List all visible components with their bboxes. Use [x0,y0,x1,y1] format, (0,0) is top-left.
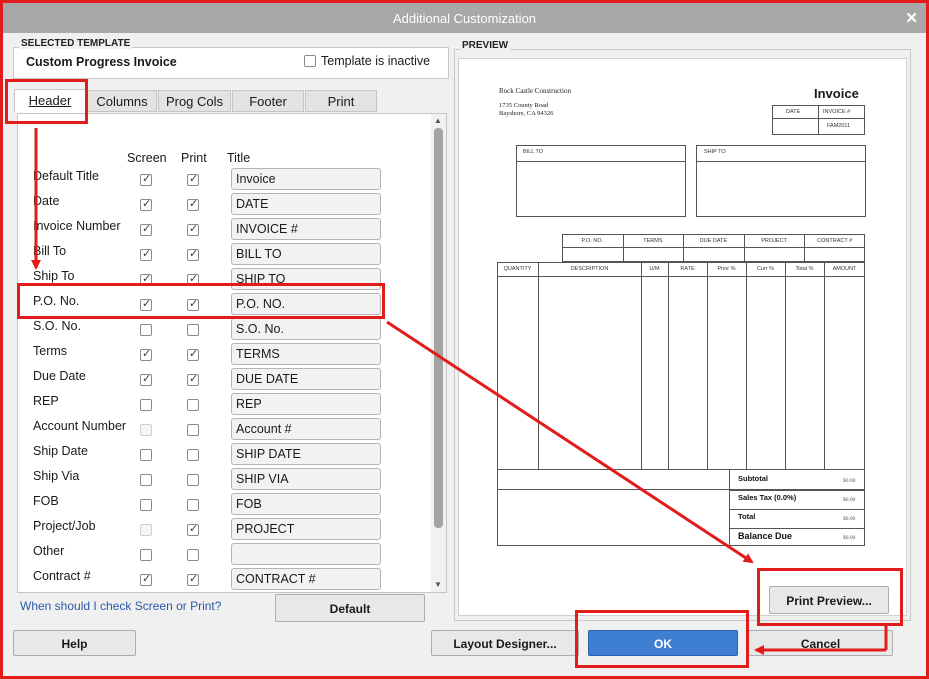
annotation-arrows [31,128,888,655]
arrow-po-to-print-preview [386,320,754,564]
